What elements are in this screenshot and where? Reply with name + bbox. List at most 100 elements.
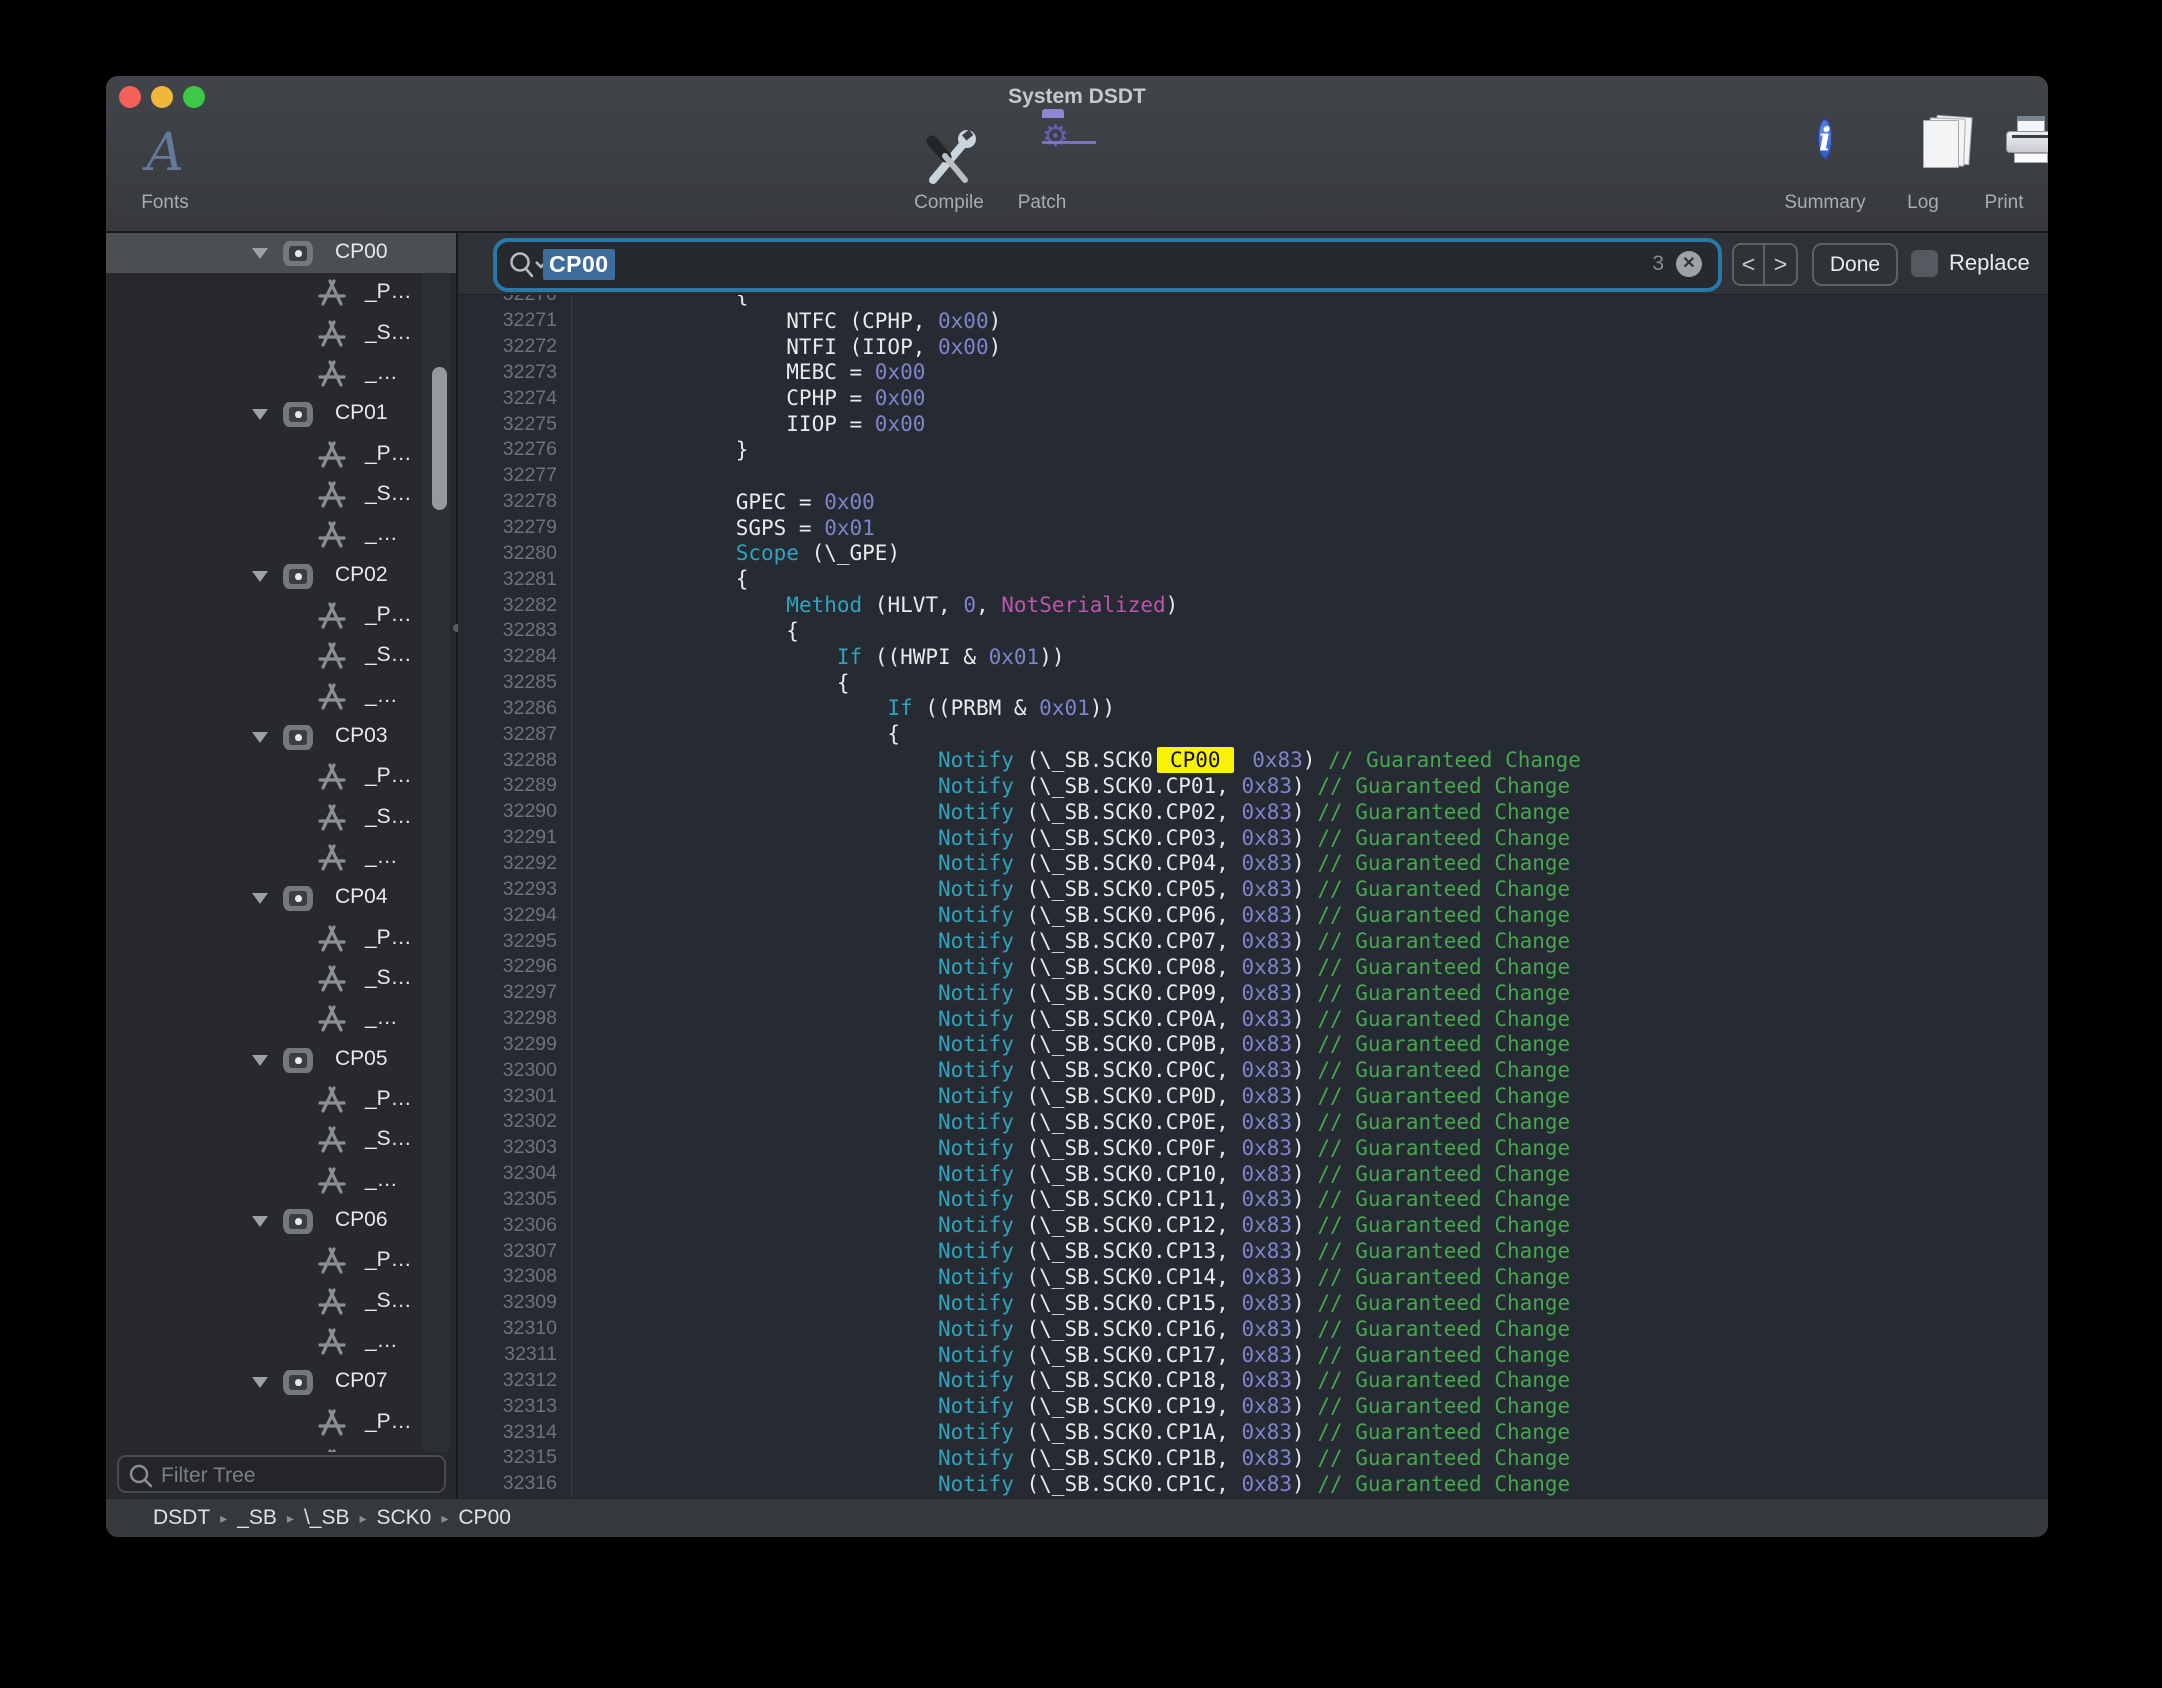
find-next-button[interactable]: > [1765,245,1796,284]
source-text: Notify (\_SB.SCK0.CP0E, 0x83) // Guarant… [565,1110,1570,1134]
source-text: Notify (\_SB.SCK0.CP06, 0x83) // Guarant… [565,903,1570,927]
line-number: 32305 [458,1188,565,1211]
line-number: 32302 [458,1110,565,1133]
tree-item[interactable]: _S… [106,1120,456,1160]
tree-item-label: _… [365,1329,398,1353]
summary-button[interactable]: i Summary [1770,116,1880,224]
disclosure-triangle-icon[interactable] [252,1377,268,1388]
source-text: Notify (\_SB.SCK0.CP17, 0x83) // Guarant… [565,1343,1570,1367]
breadcrumb-separator-icon: ▸ [287,1510,294,1527]
filter-strip: Filter Tree [106,1452,456,1498]
tree-item-label: _… [365,845,398,869]
line-number: 32294 [458,904,565,927]
tree-item[interactable]: _S… [106,636,456,676]
tree-group-cp01[interactable]: CP01 [106,394,456,434]
device-icon [283,725,313,750]
compile-button[interactable]: Compile [894,116,1004,224]
code-line: 32294 Notify (\_SB.SCK0.CP06, 0x83) // G… [458,902,2048,928]
tree-group-cp07[interactable]: CP07 [106,1362,456,1402]
code-line: 32288 Notify (\_SB.SCK0CP00 0x83) // Gua… [458,747,2048,773]
breadcrumb-separator-icon: ▸ [359,1510,366,1527]
line-number: 32316 [458,1472,565,1495]
tree-item[interactable]: _S… [106,475,456,515]
tree-item[interactable]: _… [106,999,456,1039]
line-number: 32280 [458,542,565,565]
summary-label: Summary [1770,192,1880,214]
tree-item-label: _P… [365,442,412,466]
patch-button[interactable]: ⚙ Patch [992,116,1092,224]
tree-item[interactable]: _S… [106,1282,456,1322]
clear-search-icon[interactable]: ✕ [1676,251,1702,277]
code-line: 32308 Notify (\_SB.SCK0.CP14, 0x83) // G… [458,1264,2048,1290]
tree-group-cp00[interactable]: CP00 [106,233,456,273]
tree-item[interactable]: _S… [106,959,456,999]
compile-label: Compile [894,192,1004,214]
method-icon [315,963,349,1001]
tree-item-label: _… [365,522,398,546]
method-icon [315,1286,349,1324]
tree-item[interactable]: _P… [106,1403,456,1443]
tree-item[interactable]: _S… [106,314,456,354]
search-input[interactable]: CP00 3 ✕ [497,242,1718,288]
tree-item[interactable]: _P… [106,273,456,313]
code-line: 32311 Notify (\_SB.SCK0.CP17, 0x83) // G… [458,1342,2048,1368]
tree-item[interactable]: _S… [106,798,456,838]
find-previous-button[interactable]: < [1734,245,1765,284]
filter-tree-input[interactable]: Filter Tree [117,1455,446,1493]
tree-item[interactable]: _P… [106,919,456,959]
tree-item[interactable]: _… [106,354,456,394]
fonts-button[interactable]: A Fonts [120,116,210,224]
code-line: 32297 Notify (\_SB.SCK0.CP09, 0x83) // G… [458,980,2048,1006]
done-button[interactable]: Done [1812,243,1898,286]
tree-group-cp02[interactable]: CP02 [106,556,456,596]
source-text: { [565,722,900,746]
replace-checkbox[interactable] [1911,250,1938,277]
tree-item[interactable]: _… [106,1322,456,1362]
tree-group-cp04[interactable]: CP04 [106,878,456,918]
code-editor[interactable]: 32270 {32271 NTFC (CPHP, 0x00)32272 NTFI… [458,295,2048,1498]
line-number: 32293 [458,878,565,901]
line-number: 32298 [458,1007,565,1030]
disclosure-triangle-icon[interactable] [252,893,268,904]
source-text: Notify (\_SB.SCK0.CP10, 0x83) // Guarant… [565,1162,1570,1186]
tree-item[interactable]: _P… [106,435,456,475]
tree-group-label: CP07 [335,1369,388,1393]
code-line: 32307 Notify (\_SB.SCK0.CP13, 0x83) // G… [458,1238,2048,1264]
code-line: 32302 Notify (\_SB.SCK0.CP0E, 0x83) // G… [458,1109,2048,1135]
search-results-count: 3 [1652,252,1664,276]
disclosure-triangle-icon[interactable] [252,248,268,259]
breadcrumb-item-_sb[interactable]: _SB [237,1506,277,1530]
fonts-label: Fonts [120,192,210,214]
tree-group-cp06[interactable]: CP06 [106,1201,456,1241]
tree-item[interactable]: _P… [106,757,456,797]
source-text: MEBC = 0x00 [565,360,925,384]
breadcrumb-item-cp00[interactable]: CP00 [458,1506,511,1530]
tree-item[interactable]: _P… [106,596,456,636]
tree-item[interactable]: _P… [106,1080,456,1120]
source-text: Notify (\_SB.SCK0.CP1C, 0x83) // Guarant… [565,1472,1570,1496]
tree-item[interactable]: _… [106,515,456,555]
code-line: 32274 CPHP = 0x00 [458,385,2048,411]
log-button[interactable]: Log [1889,116,1957,224]
disclosure-triangle-icon[interactable] [252,571,268,582]
disclosure-triangle-icon[interactable] [252,409,268,420]
breadcrumb-item-dsdt[interactable]: DSDT [153,1506,210,1530]
search-query-text: CP00 [543,249,615,280]
line-number: 32300 [458,1059,565,1082]
tree-group-cp03[interactable]: CP03 [106,717,456,757]
line-number: 32274 [458,387,565,410]
breadcrumb-item-_sb[interactable]: \_SB [304,1506,350,1530]
tree-item[interactable]: _… [106,677,456,717]
tree-item[interactable]: _… [106,838,456,878]
tree-item[interactable]: _… [106,1161,456,1201]
tree-group-cp05[interactable]: CP05 [106,1040,456,1080]
disclosure-triangle-icon[interactable] [252,1055,268,1066]
print-button[interactable]: Print [1967,116,2041,224]
breadcrumb-item-sck0[interactable]: SCK0 [377,1506,432,1530]
disclosure-triangle-icon[interactable] [252,1216,268,1227]
sidebar-scrollbar-thumb[interactable] [432,367,447,510]
line-number: 32289 [458,774,565,797]
tree-item[interactable]: _P… [106,1241,456,1281]
tree-item-label: _S… [365,1127,412,1151]
disclosure-triangle-icon[interactable] [252,732,268,743]
